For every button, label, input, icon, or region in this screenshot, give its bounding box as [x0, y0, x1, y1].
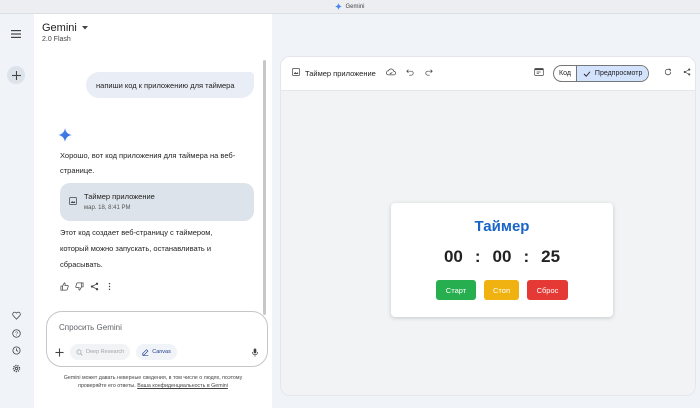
canvas-title: Таймер приложение: [305, 69, 376, 78]
timer-minutes: 00: [492, 247, 512, 266]
timer-seconds: 25: [541, 247, 561, 266]
gear-icon: [12, 364, 21, 373]
left-rail: ?: [0, 14, 34, 408]
canvas-chip[interactable]: Canvas: [136, 344, 177, 360]
share-icon[interactable]: [683, 68, 691, 76]
model-name: Gemini: [42, 22, 77, 34]
thumbs-down-icon[interactable]: [75, 282, 84, 291]
new-chat-button[interactable]: [7, 66, 25, 84]
console-icon[interactable]: [534, 68, 544, 76]
timer-heading: Таймер: [474, 218, 530, 235]
preview-area: Таймер 00 : 00 : 25 Старт Стоп Сброс: [281, 91, 695, 395]
response-intro: Хорошо, вот код приложения для таймера н…: [60, 148, 256, 178]
chat-scrollbar[interactable]: [263, 60, 266, 315]
microphone-icon[interactable]: [251, 348, 259, 357]
disclaimer-prefix: проверяйте его ответы.: [78, 383, 136, 389]
stop-button[interactable]: Стоп: [484, 280, 519, 300]
timer-display: 00 : 00 : 25: [391, 247, 613, 267]
disclaimer: Gemini может давать неверные сведения, в…: [34, 374, 272, 390]
disclaimer-line: Gemini может давать неверные сведения, в…: [63, 375, 243, 381]
gemini-avatar-icon: [58, 128, 72, 142]
response-actions: [60, 282, 114, 291]
user-message: напиши код к приложению для таймера: [86, 72, 254, 98]
image-doc-icon: [69, 197, 77, 205]
response-outro: Этот код создает веб-страницу с таймером…: [60, 225, 256, 273]
timer-hours: 00: [443, 247, 463, 266]
gemini-spark-icon: [335, 3, 343, 10]
canvas-panel: Таймер приложение Код Предпросмотр Тайме…: [280, 56, 696, 396]
plus-icon: [11, 70, 21, 80]
canvas-icon: [142, 348, 149, 356]
refresh-icon[interactable]: [664, 68, 672, 76]
checkmark-icon: [583, 70, 591, 77]
prompt-input-box[interactable]: Спросить Gemini Deep Research Canvas: [46, 311, 268, 367]
deep-research-label: Deep Research: [86, 349, 125, 355]
share-icon[interactable]: [90, 282, 99, 291]
response-outro-line: который можно запускать, останавливать и: [60, 244, 212, 253]
redo-icon[interactable]: [425, 68, 433, 76]
cloud-saved-icon: [386, 68, 396, 76]
privacy-link[interactable]: Ваша конфиденциальность в Gemini: [137, 383, 228, 389]
window-title: Gemini: [345, 3, 365, 10]
settings-button[interactable]: [7, 359, 25, 377]
timer-separator: :: [523, 247, 530, 266]
help-button[interactable]: ?: [7, 324, 25, 342]
start-button[interactable]: Старт: [436, 280, 476, 300]
heart-plus-icon: [11, 311, 21, 320]
hamburger-icon: [11, 30, 21, 38]
view-toggle: Код Предпросмотр: [553, 65, 650, 82]
preview-tab-label: Предпросмотр: [594, 70, 643, 77]
caret-down-icon: [81, 26, 88, 30]
add-attachment-icon[interactable]: [55, 347, 64, 357]
window-titlebar: Gemini: [0, 0, 700, 14]
prompt-input[interactable]: Спросить Gemini: [59, 323, 122, 332]
activity-button[interactable]: [7, 341, 25, 359]
card-title: Таймер приложение: [84, 192, 155, 201]
model-selector[interactable]: Gemini: [42, 22, 88, 34]
deep-research-chip[interactable]: Deep Research: [70, 344, 131, 360]
user-message-text: напиши код к приложению для таймера: [96, 80, 235, 90]
response-outro-line: Этот код создает веб-страницу с таймером…: [60, 228, 213, 237]
timer-card: Таймер 00 : 00 : 25 Старт Стоп Сброс: [391, 203, 613, 317]
more-options-icon[interactable]: [105, 282, 114, 291]
canvas-toolbar: Таймер приложение Код Предпросмотр: [281, 57, 695, 91]
response-intro-line: странице.: [60, 166, 95, 175]
svg-text:?: ?: [15, 331, 18, 337]
deep-research-icon: [76, 349, 83, 356]
history-icon: [11, 345, 21, 355]
timer-separator: :: [474, 247, 481, 266]
chat-panel: Gemini 2.0 Flash напиши код к приложению…: [34, 14, 272, 408]
image-doc-icon: [292, 68, 300, 76]
canvas-label: Canvas: [152, 349, 171, 355]
response-outro-line: сбрасывать.: [60, 260, 103, 269]
undo-icon[interactable]: [406, 68, 414, 76]
code-tab[interactable]: Код: [554, 66, 577, 81]
help-icon: ?: [11, 328, 21, 338]
canvas-artifact-card[interactable]: Таймер приложение мар. 18, 8:41 PM: [60, 183, 254, 221]
card-date: мар. 18, 8:41 PM: [84, 205, 131, 211]
reset-button[interactable]: Сброс: [527, 280, 568, 300]
timer-controls: Старт Стоп Сброс: [391, 280, 613, 300]
preview-tab[interactable]: Предпросмотр: [576, 66, 649, 81]
menu-button[interactable]: [7, 25, 25, 43]
input-tools: Deep Research Canvas: [55, 344, 177, 360]
gems-button[interactable]: [7, 306, 25, 324]
disclaimer-line2: проверяйте его ответы. Ваша конфиденциал…: [34, 382, 272, 390]
thumbs-up-icon[interactable]: [60, 282, 69, 291]
code-tab-label: Код: [559, 70, 571, 77]
response-intro-line: Хорошо, вот код приложения для таймера н…: [60, 151, 236, 160]
model-version: 2.0 Flash: [42, 36, 71, 43]
